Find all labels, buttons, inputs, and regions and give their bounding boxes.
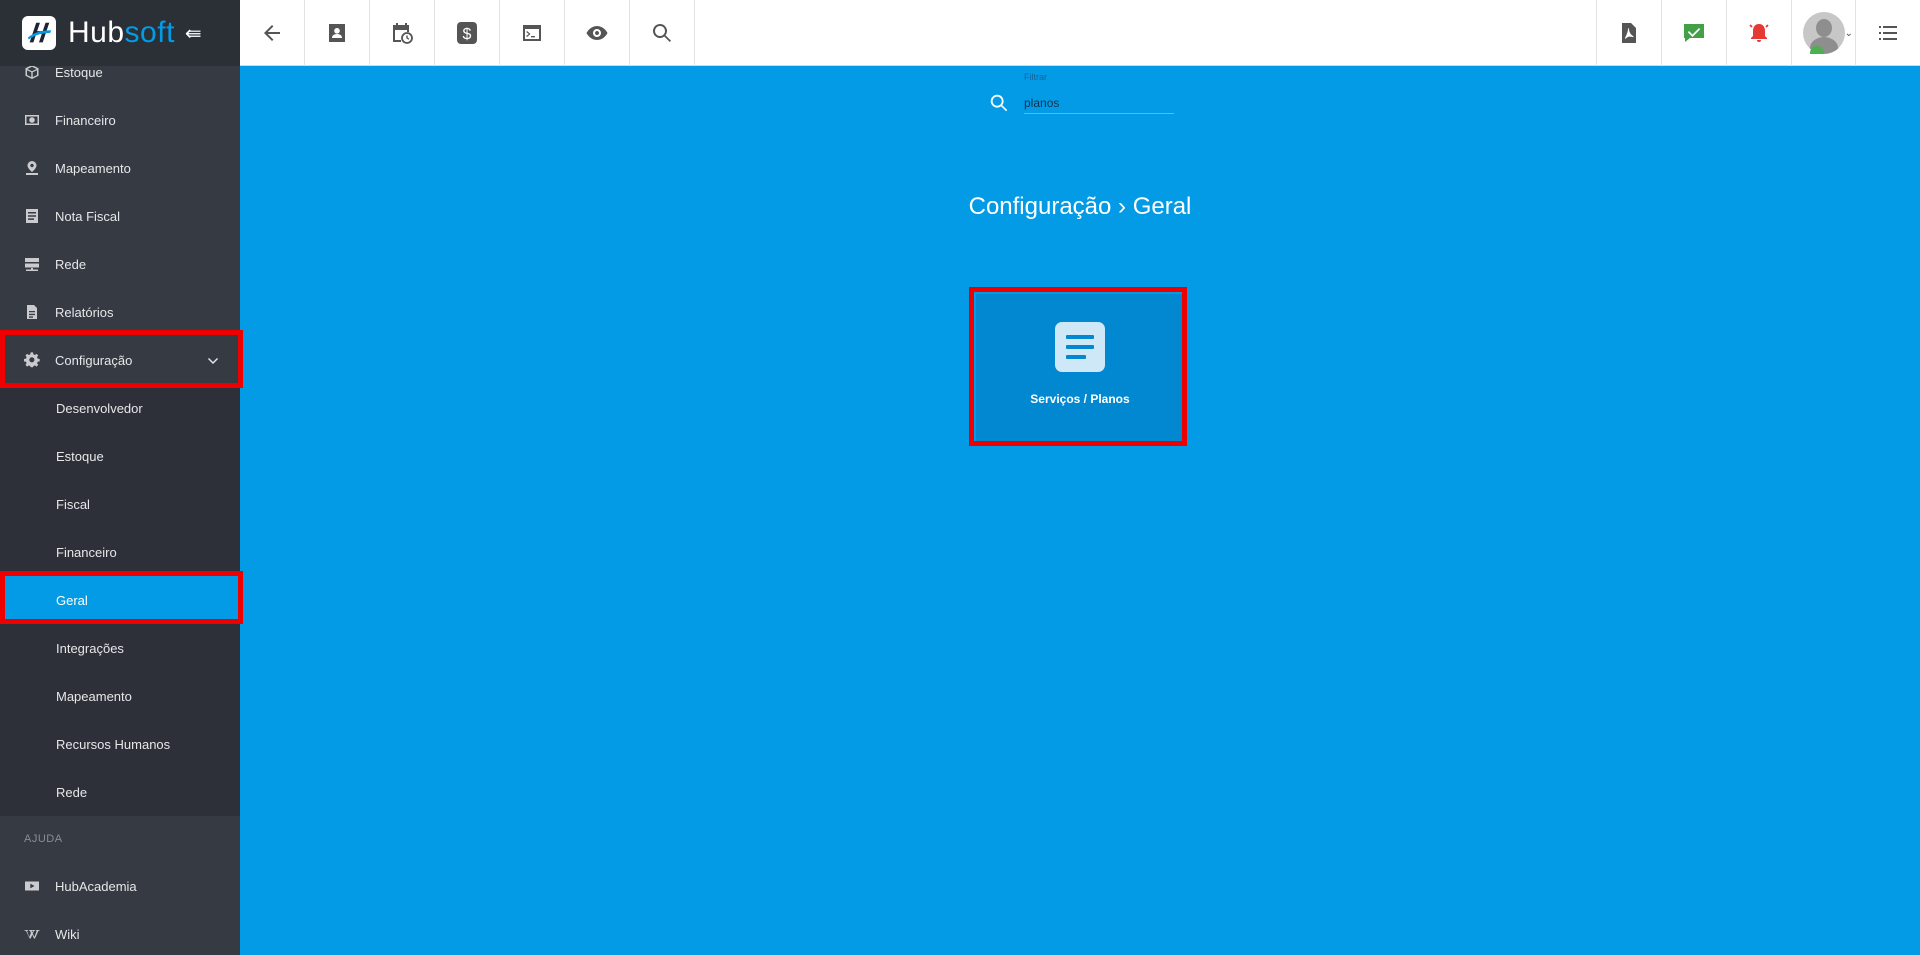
sidebar-item-relatorios[interactable]: Relatórios <box>0 288 240 336</box>
submenu-item-desenvolvedor[interactable]: Desenvolvedor <box>0 384 240 432</box>
svg-text:$: $ <box>463 26 472 43</box>
servicos-planos-card[interactable]: Serviços / Planos <box>976 294 1184 442</box>
breadcrumb: Configuração › Geral <box>0 193 1920 221</box>
top-toolbar: $ ⌄ <box>240 0 1920 66</box>
hubsoft-logo-icon <box>22 16 56 50</box>
sidebar: Estoque Financeiro Mapeamento Nota Fisca… <box>0 0 240 955</box>
sidebar-item-label: Configuração <box>55 352 133 368</box>
sidebar-item-mapeamento[interactable]: Mapeamento <box>0 144 240 192</box>
box-icon <box>24 64 40 80</box>
submenu-item-estoque[interactable]: Estoque <box>0 432 240 480</box>
sidebar-item-wiki[interactable]: Wiki <box>0 910 240 955</box>
terminal-icon <box>523 25 541 41</box>
calendar-clock-icon <box>393 23 413 44</box>
configuracao-submenu: Desenvolvedor Estoque Fiscal Financeiro … <box>0 384 240 816</box>
chevron-down-icon: ⌄ <box>1844 28 1853 39</box>
search-icon <box>652 23 671 42</box>
sidebar-item-label: Estoque <box>55 64 103 80</box>
wikipedia-icon <box>24 926 40 942</box>
sidebar-item-label: Wiki <box>55 926 80 942</box>
back-arrow-icon <box>264 25 280 41</box>
filter-label: Filtrar <box>1024 72 1047 82</box>
submenu-item-fiscal[interactable]: Fiscal <box>0 480 240 528</box>
sidebar-item-hubacademia[interactable]: HubAcademia <box>0 862 240 910</box>
map-pin-icon <box>24 160 40 176</box>
chat-check-icon <box>1684 24 1704 42</box>
server-icon <box>24 256 40 272</box>
filter-input[interactable] <box>1024 92 1174 114</box>
sidebar-item-label: Mapeamento <box>55 160 131 176</box>
sidebar-item-configuracao[interactable]: Configuração <box>0 336 240 384</box>
alarm-bell-icon <box>1749 24 1769 42</box>
avatar <box>1802 12 1845 54</box>
sidebar-item-label: Financeiro <box>55 112 116 128</box>
card-label: Serviços / Planos <box>1030 392 1130 406</box>
sidebar-item-label: Rede <box>55 256 87 272</box>
submenu-item-rede[interactable]: Rede <box>0 768 240 816</box>
collapse-sidebar-icon[interactable]: ⇚ <box>185 21 202 46</box>
back-button[interactable] <box>240 0 305 66</box>
contact-card-icon <box>329 24 345 42</box>
online-status-indicator <box>1810 46 1824 54</box>
submenu-item-integracoes[interactable]: Integrações <box>0 624 240 672</box>
chat-button[interactable] <box>1661 0 1726 66</box>
sidebar-item-label: Relatórios <box>55 304 114 320</box>
user-menu[interactable]: ⌄ <box>1791 0 1855 66</box>
brand-logo-text: Hubsoft <box>68 16 175 49</box>
section-label-ajuda: AJUDA <box>24 833 63 845</box>
pdf-icon <box>1622 23 1636 43</box>
submenu-item-geral[interactable]: Geral <box>0 576 240 624</box>
contacts-button[interactable] <box>305 0 370 66</box>
terminal-button[interactable] <box>500 0 565 66</box>
submenu-item-recursos-humanos[interactable]: Recursos Humanos <box>0 720 240 768</box>
dollar-icon: $ <box>457 22 477 44</box>
document-lines-icon <box>1055 322 1105 372</box>
sidebar-nav: Estoque Financeiro Mapeamento Nota Fisca… <box>0 48 240 955</box>
sidebar-item-label: HubAcademia <box>55 878 137 894</box>
view-button[interactable] <box>565 0 630 66</box>
sidebar-item-financeiro[interactable]: Financeiro <box>0 96 240 144</box>
youtube-icon <box>24 878 40 894</box>
submenu-item-mapeamento[interactable]: Mapeamento <box>0 672 240 720</box>
alarms-button[interactable] <box>1726 0 1791 66</box>
report-icon <box>24 304 40 320</box>
submenu-item-financeiro[interactable]: Financeiro <box>0 528 240 576</box>
calendar-button[interactable] <box>370 0 435 66</box>
money-icon <box>24 112 40 128</box>
list-menu-icon <box>1879 26 1897 40</box>
finance-button[interactable]: $ <box>435 0 500 66</box>
brand-header: Hubsoft ⇚ <box>0 0 240 66</box>
page-title: Configuração › Geral <box>968 193 1192 220</box>
sidebar-item-rede[interactable]: Rede <box>0 240 240 288</box>
search-icon <box>988 92 1010 114</box>
chevron-down-icon <box>206 353 220 367</box>
search-button[interactable] <box>630 0 695 66</box>
menu-button[interactable] <box>1855 0 1920 66</box>
filter-field: Filtrar <box>988 72 1178 117</box>
toolbar-right: ⌄ <box>1596 0 1920 66</box>
eye-icon <box>586 26 608 40</box>
gear-icon <box>24 352 40 368</box>
pdf-button[interactable] <box>1596 0 1661 66</box>
